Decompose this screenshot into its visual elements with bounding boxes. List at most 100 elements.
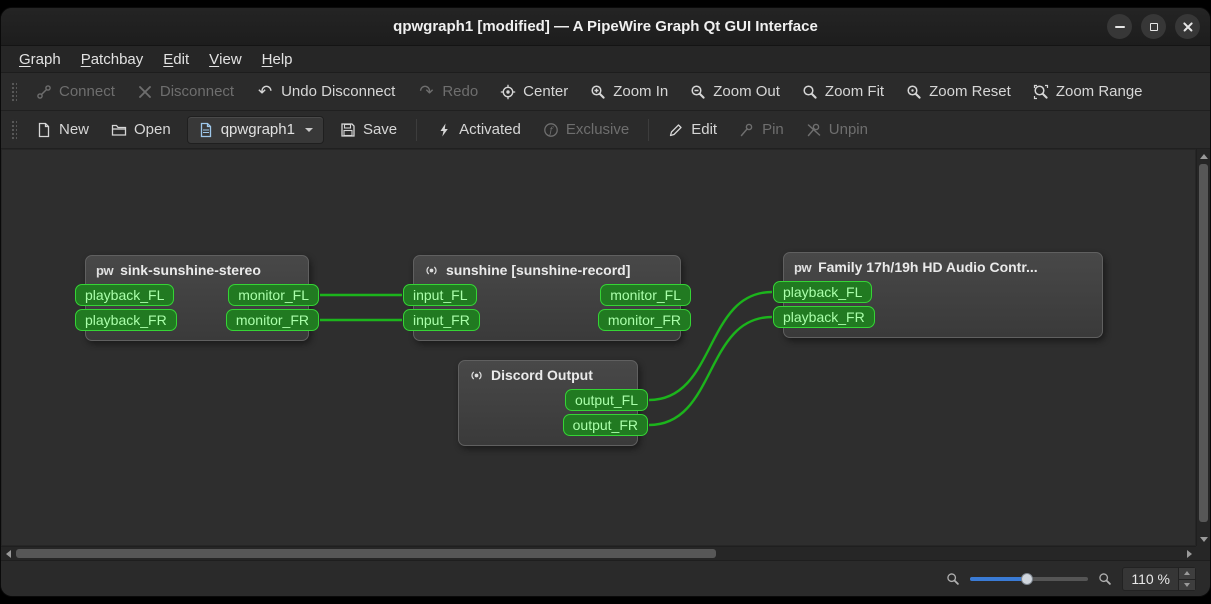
disconnect-button[interactable]: Disconnect xyxy=(127,77,244,107)
vertical-scrollbar-thumb[interactable] xyxy=(1199,164,1208,522)
zoom-value: 110 % xyxy=(1131,570,1170,587)
unpin-icon xyxy=(807,123,821,136)
node-sink-sunshine-stereo[interactable]: pw sink-sunshine-stereo playback_FL play… xyxy=(75,255,319,341)
port-monitor-fl[interactable]: monitor_FL xyxy=(228,284,319,306)
horizontal-scrollbar[interactable] xyxy=(1,546,1196,560)
scrollbar-corner xyxy=(1196,546,1210,560)
vertical-scrollbar[interactable] xyxy=(1196,149,1210,546)
zoom-reset-button[interactable]: Zoom Reset xyxy=(896,77,1021,107)
undo-disconnect-button[interactable]: ↶ Undo Disconnect xyxy=(246,77,405,107)
maximize-icon xyxy=(1149,22,1158,31)
edit-button[interactable]: Edit xyxy=(658,115,727,145)
port-playback-fl[interactable]: playback_FL xyxy=(773,281,873,303)
connect-button[interactable]: Connect xyxy=(26,77,125,107)
menubar: Graph Patchbay Edit View Help xyxy=(1,46,1210,73)
titlebar[interactable]: qpwgraph1 [modified] — A PipeWire Graph … xyxy=(1,8,1210,46)
zoom-out-icon xyxy=(691,84,705,99)
center-icon xyxy=(500,84,516,99)
node-discord-output[interactable]: Discord Output output_FL output_FR xyxy=(458,360,648,446)
port-playback-fr[interactable]: playback_FR xyxy=(773,306,875,328)
toolbar-handle[interactable] xyxy=(10,118,17,141)
triangle-down-icon xyxy=(1200,536,1208,542)
zoom-slider[interactable] xyxy=(970,571,1089,587)
triangle-right-icon xyxy=(1186,550,1192,558)
zoom-out-small-icon xyxy=(947,572,960,585)
save-button[interactable]: Save xyxy=(330,115,407,145)
port-output-fl[interactable]: output_FL xyxy=(564,389,648,411)
toolbar-handle[interactable] xyxy=(10,80,17,103)
triangle-up-icon xyxy=(1200,153,1208,159)
zoom-in-icon xyxy=(591,84,605,99)
node-sunshine[interactable]: sunshine [sunshine-record] input_FL inpu… xyxy=(403,255,691,341)
zoom-spin-down-button[interactable] xyxy=(1179,578,1195,590)
maximize-button[interactable] xyxy=(1141,14,1166,39)
port-output-fr[interactable]: output_FR xyxy=(562,414,648,436)
patchbay-document-icon xyxy=(200,122,211,137)
new-document-icon xyxy=(38,122,50,137)
scroll-left-button[interactable] xyxy=(1,547,15,561)
close-button[interactable] xyxy=(1175,14,1200,39)
speaker-icon xyxy=(469,368,484,383)
zoom-in-button[interactable]: Zoom In xyxy=(580,77,678,107)
center-button[interactable]: Center xyxy=(490,77,578,107)
toolbar-separator xyxy=(416,118,418,141)
scroll-right-button[interactable] xyxy=(1182,547,1196,561)
minimize-icon xyxy=(1114,25,1125,28)
zoom-out-button[interactable]: Zoom Out xyxy=(680,77,790,107)
triangle-down-icon xyxy=(1184,582,1190,587)
new-button[interactable]: New xyxy=(26,115,99,145)
minimize-button[interactable] xyxy=(1107,14,1132,39)
zoom-range-icon xyxy=(1033,84,1048,99)
pin-button[interactable]: Pin xyxy=(729,115,794,145)
edit-pencil-icon xyxy=(670,123,682,136)
redo-button[interactable]: ↷ Redo xyxy=(407,77,488,107)
node-title: sunshine [sunshine-record] xyxy=(446,262,631,278)
svg-text:ƒ: ƒ xyxy=(547,125,554,136)
close-icon xyxy=(1182,21,1194,33)
node-title: Discord Output xyxy=(491,367,593,383)
zoom-slider-fill xyxy=(970,576,1027,581)
node-family-hd-audio[interactable]: pw Family 17h/19h HD Audio Contr... play… xyxy=(773,252,1103,338)
port-input-fl[interactable]: input_FL xyxy=(403,284,478,306)
port-playback-fr[interactable]: playback_FR xyxy=(75,309,177,331)
pipewire-icon: pw xyxy=(794,259,812,275)
menu-graph[interactable]: Graph xyxy=(9,46,71,72)
open-button[interactable]: Open xyxy=(101,115,181,145)
patchbay-toolbar: New Open qpwgraph1 Save Activated ƒ Excl… xyxy=(1,111,1210,149)
activated-bolt-icon xyxy=(440,123,448,136)
patchbay-selector[interactable]: qpwgraph1 xyxy=(186,115,324,144)
port-monitor-fl[interactable]: monitor_FL xyxy=(600,284,691,306)
graph-canvas[interactable]: pw sink-sunshine-stereo playback_FL play… xyxy=(1,149,1196,546)
unpin-button[interactable]: Unpin xyxy=(796,115,878,145)
pin-icon xyxy=(740,123,753,136)
exclusive-toggle[interactable]: ƒ Exclusive xyxy=(533,115,639,145)
disconnect-icon xyxy=(138,85,151,98)
undo-icon: ↶ xyxy=(257,82,273,101)
port-playback-fl[interactable]: playback_FL xyxy=(75,284,175,306)
horizontal-scrollbar-thumb[interactable] xyxy=(16,549,717,558)
menu-help[interactable]: Help xyxy=(252,46,303,72)
port-monitor-fr[interactable]: monitor_FR xyxy=(225,309,319,331)
speaker-icon xyxy=(424,263,439,278)
connect-icon xyxy=(37,84,51,99)
zoom-slider-handle[interactable] xyxy=(1020,572,1033,585)
activated-toggle[interactable]: Activated xyxy=(426,115,531,145)
scroll-down-button[interactable] xyxy=(1197,532,1210,546)
pipewire-icon: pw xyxy=(96,262,114,278)
triangle-up-icon xyxy=(1184,571,1190,575)
zoom-range-button[interactable]: Zoom Range xyxy=(1023,77,1153,107)
menu-edit[interactable]: Edit xyxy=(153,46,199,72)
chevron-down-icon xyxy=(304,127,313,132)
zoom-spin-up-button[interactable] xyxy=(1179,567,1195,579)
exclusive-icon: ƒ xyxy=(544,122,558,137)
menu-view[interactable]: View xyxy=(199,46,252,72)
zoom-fit-icon xyxy=(803,84,817,99)
port-monitor-fr[interactable]: monitor_FR xyxy=(597,309,691,331)
port-input-fr[interactable]: input_FR xyxy=(403,309,480,331)
scroll-up-button[interactable] xyxy=(1197,149,1210,163)
zoom-reset-icon xyxy=(907,84,921,99)
connection-wires[interactable] xyxy=(2,150,1195,545)
zoom-fit-button[interactable]: Zoom Fit xyxy=(792,77,894,107)
menu-patchbay[interactable]: Patchbay xyxy=(71,46,154,72)
zoom-spinbox[interactable]: 110 % xyxy=(1122,566,1196,591)
